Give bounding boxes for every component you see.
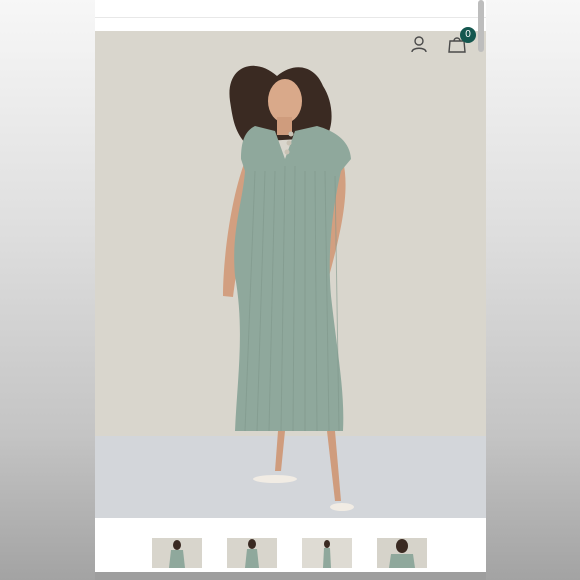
page-scrollbar[interactable] xyxy=(478,0,484,52)
screenshot-frame: 0 xyxy=(0,0,580,580)
product-page: 0 xyxy=(95,0,486,580)
product-main-image[interactable] xyxy=(95,31,486,518)
header-actions: 0 xyxy=(408,27,476,55)
shopping-bag-icon[interactable]: 0 xyxy=(446,27,476,55)
thumbnail-full-view[interactable] xyxy=(227,538,277,568)
top-bar xyxy=(95,0,486,18)
thumbnail-front-view[interactable] xyxy=(152,538,202,568)
user-icon[interactable] xyxy=(408,33,430,55)
bottom-bar xyxy=(95,572,486,580)
thumbnail-side-view[interactable] xyxy=(302,538,352,568)
thumbnail-strip xyxy=(95,518,486,580)
thumbnail-closeup-view[interactable] xyxy=(377,538,427,568)
cart-count-badge: 0 xyxy=(460,27,476,43)
